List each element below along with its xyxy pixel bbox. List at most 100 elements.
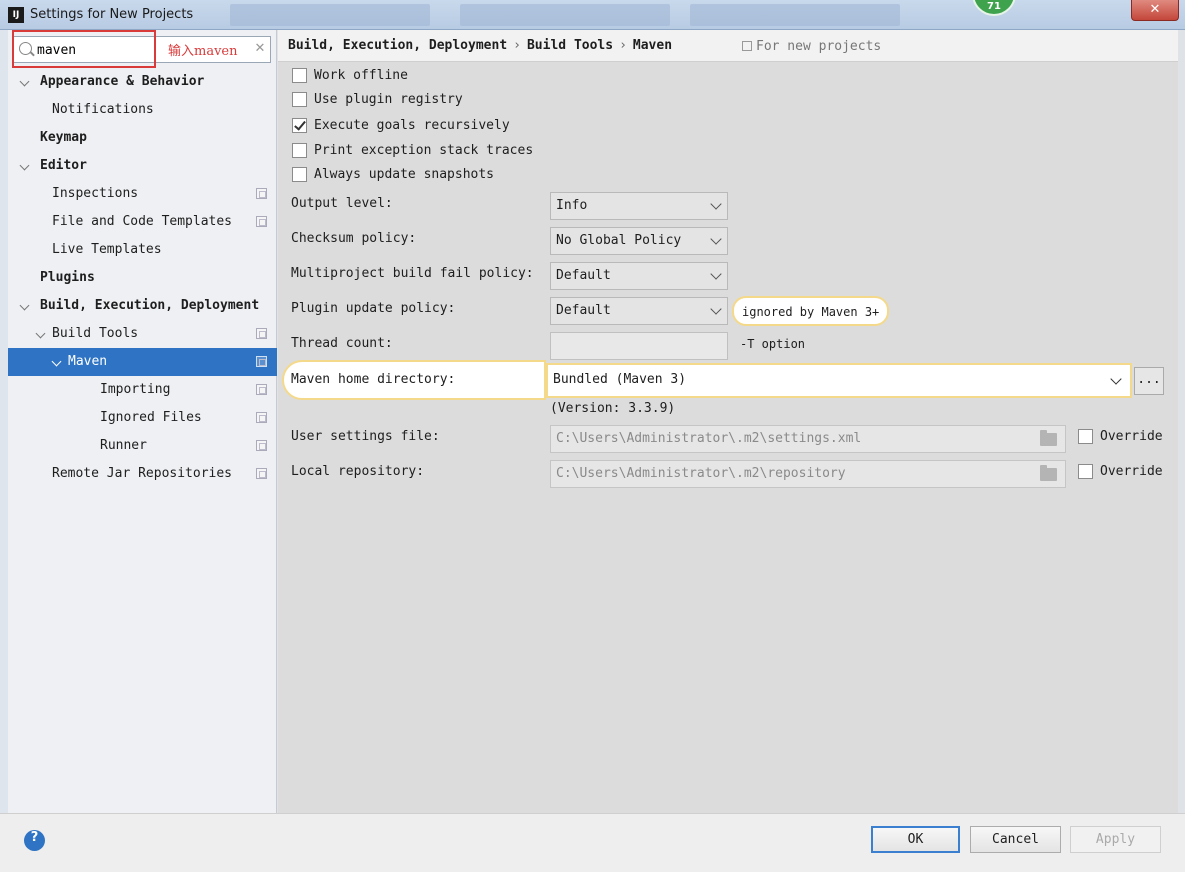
work-offline-label: Work offline <box>314 68 408 83</box>
help-icon[interactable]: ? <box>24 830 45 851</box>
user-settings-override-label: Override <box>1100 429 1163 444</box>
tree-item-label: Ignored Files <box>100 410 202 425</box>
checksum-policy-dropdown[interactable]: No Global Policy <box>550 227 728 255</box>
search-icon <box>19 42 32 55</box>
chevron-down-icon <box>710 303 722 315</box>
tree-item-ignored-files[interactable]: Ignored Files <box>8 404 277 432</box>
project-settings-icon <box>256 188 267 199</box>
output-level-dropdown[interactable]: Info <box>550 192 728 220</box>
settings-tree: Appearance & Behavior Notifications Keymap… <box>8 68 277 488</box>
tree-item-label: Runner <box>100 438 147 453</box>
notification-badge: 71 <box>972 0 1016 16</box>
multiproject-fail-policy-dropdown[interactable]: Default <box>550 262 728 290</box>
breadcrumb: Build, Execution, Deployment › Build Tools… <box>288 38 672 53</box>
tree-item-build-tools[interactable]: Build Tools <box>8 320 277 348</box>
background-tab <box>230 4 430 26</box>
user-settings-path-field[interactable]: C:\Users\Administrator\.m2\settings.xml <box>550 425 1066 453</box>
plugin-update-policy-dropdown[interactable]: Default <box>550 297 728 325</box>
tree-item-notifications[interactable]: Notifications <box>8 96 277 124</box>
chevron-down-icon[interactable] <box>1110 373 1122 385</box>
local-repository-override-checkbox[interactable] <box>1078 464 1093 479</box>
expand-arrow-icon[interactable] <box>20 301 30 311</box>
maven-home-combobox[interactable]: Bundled (Maven 3) <box>546 363 1132 398</box>
plugin-update-hint: ignored by Maven 3+ <box>732 296 890 326</box>
tree-item-label: Importing <box>100 382 171 397</box>
cancel-button[interactable]: Cancel <box>970 826 1061 853</box>
breadcrumb-item: Maven <box>632 38 673 53</box>
maven-settings-panel: Build, Execution, Deployment › Build Tools… <box>278 30 1178 813</box>
project-settings-icon <box>256 468 267 479</box>
chevron-down-icon <box>710 268 722 280</box>
tree-item-file-and-code-templates[interactable]: File and Code Templates <box>8 208 277 236</box>
tree-item-inspections[interactable]: Inspections <box>8 180 277 208</box>
tree-item-remote-jar-repositories[interactable]: Remote Jar Repositories <box>8 460 277 488</box>
tree-item-label: Keymap <box>40 130 87 145</box>
folder-icon[interactable] <box>1040 465 1057 481</box>
project-settings-icon <box>256 328 267 339</box>
tree-item-plugins[interactable]: Plugins <box>8 264 277 292</box>
user-settings-override-checkbox[interactable] <box>1078 429 1093 444</box>
tree-item-build-execution-deployment[interactable]: Build, Execution, Deployment <box>8 292 277 320</box>
tree-item-label: Inspections <box>52 186 139 201</box>
tree-item-label: Plugins <box>40 270 95 285</box>
tree-item-keymap[interactable]: Keymap <box>8 124 277 152</box>
settings-search-input[interactable] <box>37 41 157 59</box>
title-bar: IJ Settings for New Projects 71 ✕ <box>0 0 1185 30</box>
local-repository-path-field[interactable]: C:\Users\Administrator\.m2\repository <box>550 460 1066 488</box>
always-update-snapshots-checkbox[interactable] <box>292 167 307 182</box>
background-tab <box>460 4 670 26</box>
project-settings-icon <box>256 216 267 227</box>
chevron-down-icon <box>710 198 722 210</box>
expand-arrow-icon[interactable] <box>20 77 30 87</box>
tree-item-live-templates[interactable]: Live Templates <box>8 236 277 264</box>
apply-button[interactable]: Apply <box>1070 826 1161 853</box>
settings-sidebar: ✕ 输入maven Appearance & Behavior Notificat… <box>8 30 277 813</box>
project-settings-icon <box>256 356 267 367</box>
user-settings-label: User settings file: <box>291 429 440 444</box>
execute-goals-recursively-checkbox[interactable] <box>292 118 307 133</box>
multiproject-fail-policy-value: Default <box>556 268 611 283</box>
always-update-snapshots-label: Always update snapshots <box>314 167 495 182</box>
expand-arrow-icon[interactable] <box>52 357 62 367</box>
tree-item-label: Maven <box>68 354 108 369</box>
local-repository-label: Local repository: <box>291 464 425 479</box>
use-plugin-registry-checkbox[interactable] <box>292 92 307 107</box>
maven-home-value: Bundled (Maven 3) <box>553 372 687 387</box>
project-settings-icon <box>256 384 267 395</box>
copy-settings-icon <box>742 41 752 51</box>
tree-item-runner[interactable]: Runner <box>8 432 277 460</box>
tree-item-label: Appearance & Behavior <box>40 74 205 89</box>
expand-arrow-icon[interactable] <box>20 161 30 171</box>
tree-item-label: Build, Execution, Deployment <box>40 298 260 313</box>
maven-home-browse-button[interactable]: ... <box>1134 367 1164 395</box>
output-level-value: Info <box>556 198 588 213</box>
tree-item-label: Remote Jar Repositories <box>52 466 233 481</box>
execute-goals-recursively-label: Execute goals recursively <box>314 118 510 133</box>
tree-item-appearance-behavior[interactable]: Appearance & Behavior <box>8 68 277 96</box>
dialog-footer: ? OK Cancel Apply <box>0 813 1185 872</box>
intellij-app-icon: IJ <box>8 7 24 23</box>
breadcrumb-item: Build, Execution, Deployment <box>288 38 508 53</box>
print-exception-checkbox[interactable] <box>292 143 307 158</box>
checksum-policy-value: No Global Policy <box>556 233 682 248</box>
work-offline-checkbox[interactable] <box>292 68 307 83</box>
ok-button[interactable]: OK <box>871 826 960 853</box>
left-edge <box>0 30 8 813</box>
tree-item-editor[interactable]: Editor <box>8 152 277 180</box>
background-tab <box>690 4 900 26</box>
local-repository-override-label: Override <box>1100 464 1163 479</box>
tree-item-label: Live Templates <box>52 242 162 257</box>
tree-item-maven[interactable]: Maven <box>8 348 277 376</box>
breadcrumb-separator: › <box>513 38 521 53</box>
expand-arrow-icon[interactable] <box>36 329 46 339</box>
thread-count-input[interactable] <box>550 332 728 360</box>
window-close-button[interactable]: ✕ <box>1131 0 1179 21</box>
breadcrumb-separator: › <box>619 38 627 53</box>
clear-search-icon[interactable]: ✕ <box>253 41 267 57</box>
folder-icon[interactable] <box>1040 430 1057 446</box>
tree-item-importing[interactable]: Importing <box>8 376 277 404</box>
project-settings-icon <box>256 412 267 423</box>
breadcrumb-item: Build Tools <box>526 38 614 53</box>
plugin-update-policy-label: Plugin update policy: <box>291 301 456 316</box>
maven-home-label: Maven home directory: <box>291 372 456 387</box>
